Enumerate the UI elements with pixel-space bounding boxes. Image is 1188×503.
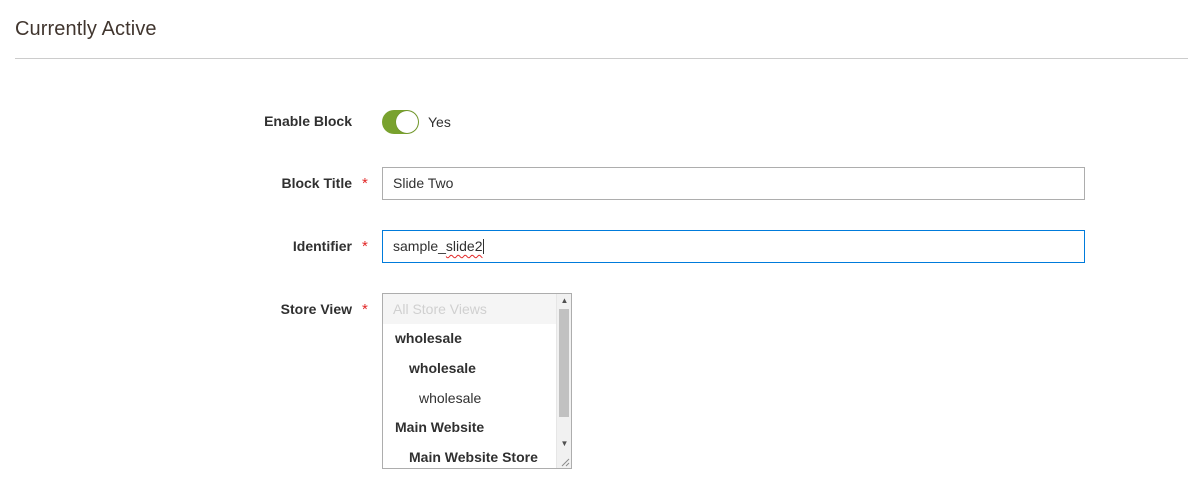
scroll-down-arrow-icon[interactable]: ▼ [559,438,570,450]
enable-block-value: Yes [428,114,451,130]
identifier-label: Identifier [292,238,352,254]
block-title-label: Block Title [281,175,352,191]
toggle-knob [396,111,418,133]
resize-grip-icon[interactable] [560,457,570,467]
block-title-required-mark: * [362,175,368,192]
identifier-input[interactable]: sample_slide2 [382,230,1085,263]
scroll-thumb[interactable] [559,309,569,417]
identifier-required-mark: * [362,238,368,255]
store-view-required-mark: * [362,301,368,318]
store-view-option-website-wholesale: wholesale [395,330,462,346]
text-caret [482,239,484,254]
block-title-input[interactable]: Slide Two [382,167,1085,200]
store-view-option-view-wholesale[interactable]: wholesale [383,383,571,413]
identifier-value: sample_slide2 [393,238,484,254]
enable-block-toggle[interactable] [382,110,419,134]
store-view-multiselect[interactable]: All Store Views wholesale wholesale whol… [382,293,572,469]
scroll-up-arrow-icon[interactable]: ▲ [559,295,570,307]
store-view-option-store-wholesale: wholesale [409,360,476,376]
enable-block-label: Enable Block [264,113,352,129]
identifier-value-prefix: sample_ [393,238,446,254]
store-view-scrollbar[interactable]: ▲ ▼ [556,294,571,468]
store-view-option-main-website-store: Main Website Store [409,449,538,465]
store-view-label: Store View [280,301,352,317]
store-view-option-main-website: Main Website [395,419,485,435]
section-title: Currently Active [15,18,157,40]
section-header: Currently Active [15,0,1188,59]
store-view-option-all: All Store Views [383,294,567,324]
identifier-value-misspelled: slide2 [445,238,483,254]
block-title-value: Slide Two [393,175,454,191]
